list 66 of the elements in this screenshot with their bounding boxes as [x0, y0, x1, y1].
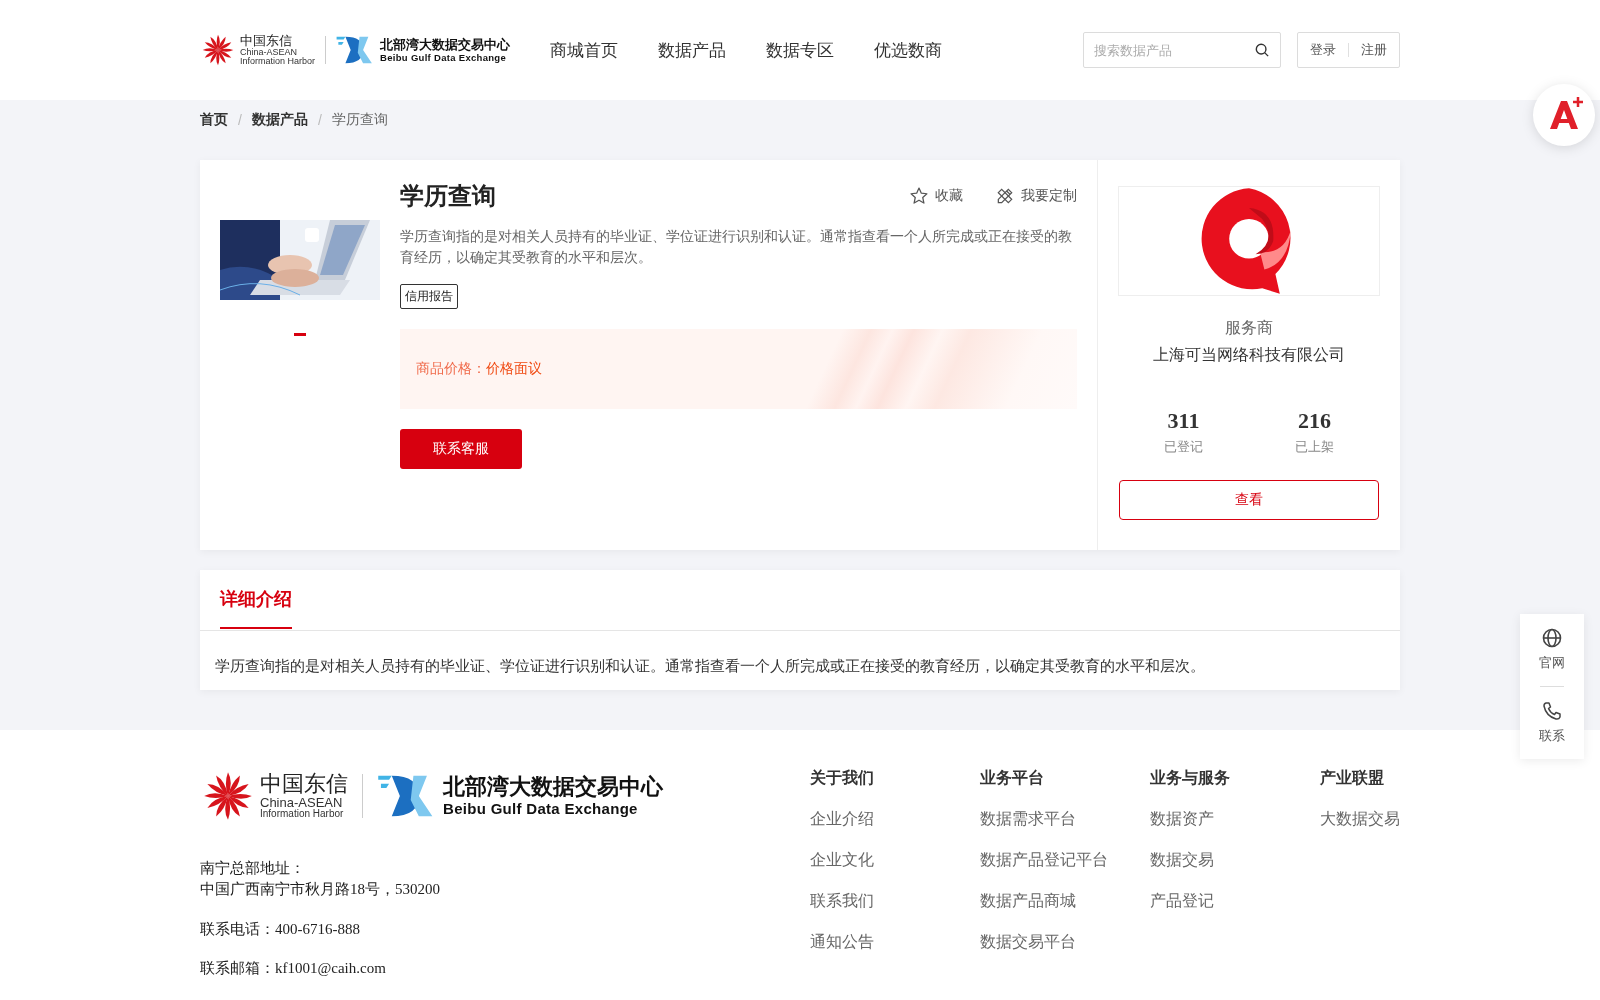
- action-link[interactable]: 收藏: [909, 186, 963, 206]
- footer-link[interactable]: 产品登记: [1150, 891, 1320, 912]
- logo-text: 北部湾大数据交易中心: [380, 37, 511, 51]
- footer-link[interactable]: 联系我们: [810, 891, 980, 912]
- tab[interactable]: 详细介绍: [220, 570, 292, 629]
- breadcrumb-link[interactable]: 首页: [200, 111, 228, 129]
- footer-link[interactable]: 数据需求平台: [980, 809, 1150, 830]
- view-button[interactable]: 查看: [1119, 480, 1379, 520]
- footer-link[interactable]: 数据产品登记平台: [980, 850, 1150, 871]
- email-text: 联系邮箱：kf1001@caih.com: [200, 959, 387, 978]
- side-link[interactable]: 联系: [1539, 701, 1565, 745]
- breadcrumb-link[interactable]: 学历查询: [331, 111, 388, 129]
- price-label: 商品价格：: [416, 360, 486, 378]
- stat-label: 已上架: [1295, 438, 1334, 456]
- footer-link[interactable]: 通知公告: [810, 932, 980, 953]
- star-icon: [909, 186, 929, 206]
- logo-text: Information Harbor: [240, 57, 316, 66]
- footer-link[interactable]: 数据产品商城: [980, 891, 1150, 912]
- product-title: 学历查询: [400, 181, 496, 211]
- footer-link[interactable]: 大数据交易: [1320, 809, 1400, 830]
- footer-link[interactable]: 企业介绍: [810, 809, 980, 830]
- phone-text: 联系电话：400-6716-888: [200, 920, 361, 939]
- nav-link[interactable]: 商城首页: [550, 38, 619, 62]
- breadcrumb-separator: /: [317, 112, 322, 128]
- footer-link[interactable]: 数据交易平台: [980, 932, 1150, 953]
- breadcrumb-link[interactable]: 数据产品: [251, 111, 308, 129]
- stat-value: 216: [1298, 408, 1331, 434]
- nav-link[interactable]: 数据产品: [658, 38, 727, 62]
- logo-text: 北部湾大数据交易中心: [443, 776, 663, 798]
- footer-link[interactable]: 企业文化: [810, 850, 980, 871]
- price-value: 价格面议: [486, 360, 542, 378]
- logo-text: China-ASEAN: [240, 48, 299, 57]
- provider-name: 上海可当网络科技有限公司: [1153, 345, 1345, 365]
- stat-value: 311: [1167, 408, 1200, 434]
- logo-text: 中国东信: [240, 34, 293, 47]
- footer-link[interactable]: 数据资产: [1150, 809, 1320, 830]
- footer-heading: 产业联盟: [1320, 768, 1385, 788]
- phone-icon: [1542, 701, 1562, 721]
- globe-icon: [1542, 628, 1562, 648]
- pencil-ruler-icon: [995, 186, 1015, 206]
- auth-link[interactable]: 登录: [1310, 41, 1336, 59]
- logo-text: 中国东信: [260, 773, 348, 795]
- provider-label: 服务商: [1225, 318, 1273, 338]
- contact-button[interactable]: 联系客服: [400, 429, 522, 469]
- logo-text: Information Harbor: [260, 809, 345, 819]
- footer-heading: 业务平台: [980, 768, 1045, 788]
- tag: 信用报告: [400, 284, 458, 309]
- nav-link[interactable]: 数据专区: [766, 38, 835, 62]
- stat-label: 已登记: [1164, 438, 1203, 456]
- action-link[interactable]: 我要定制: [995, 186, 1077, 206]
- product-description: 学历查询指的是对相关人员持有的毕业证、学位证进行识别和认证。通常指查看一个人所完成或正在接受的教育经历，以确定其受教育的水平和层次。: [400, 227, 1073, 267]
- logo-text: Beibu Gulf Data Exchange: [380, 52, 508, 63]
- side-link[interactable]: 官网: [1539, 628, 1565, 672]
- search-icon[interactable]: [1255, 43, 1269, 57]
- breadcrumb-separator: /: [238, 112, 242, 128]
- detail-text: 学历查询指的是对相关人员持有的毕业证、学位证进行识别和认证。通常指查看一个人所完成或正在接受的教育经历，以确定其受教育的水平和层次。: [214, 656, 1206, 676]
- logo-text: China-ASEAN: [260, 796, 344, 809]
- auth-link[interactable]: 注册: [1361, 41, 1387, 59]
- footer-link[interactable]: 数据交易: [1150, 850, 1320, 871]
- logo-text: Beibu Gulf Data Exchange: [443, 801, 639, 816]
- address-text: 中国广西南宁市秋月路18号，530200: [200, 880, 441, 899]
- footer-heading: 业务与服务: [1150, 768, 1231, 788]
- search-field[interactable]: 搜索数据产品: [1083, 32, 1281, 68]
- nav-link[interactable]: 优选数商: [874, 38, 943, 62]
- address-label: 南宁总部地址：: [200, 859, 306, 878]
- footer-heading: 关于我们: [810, 768, 875, 788]
